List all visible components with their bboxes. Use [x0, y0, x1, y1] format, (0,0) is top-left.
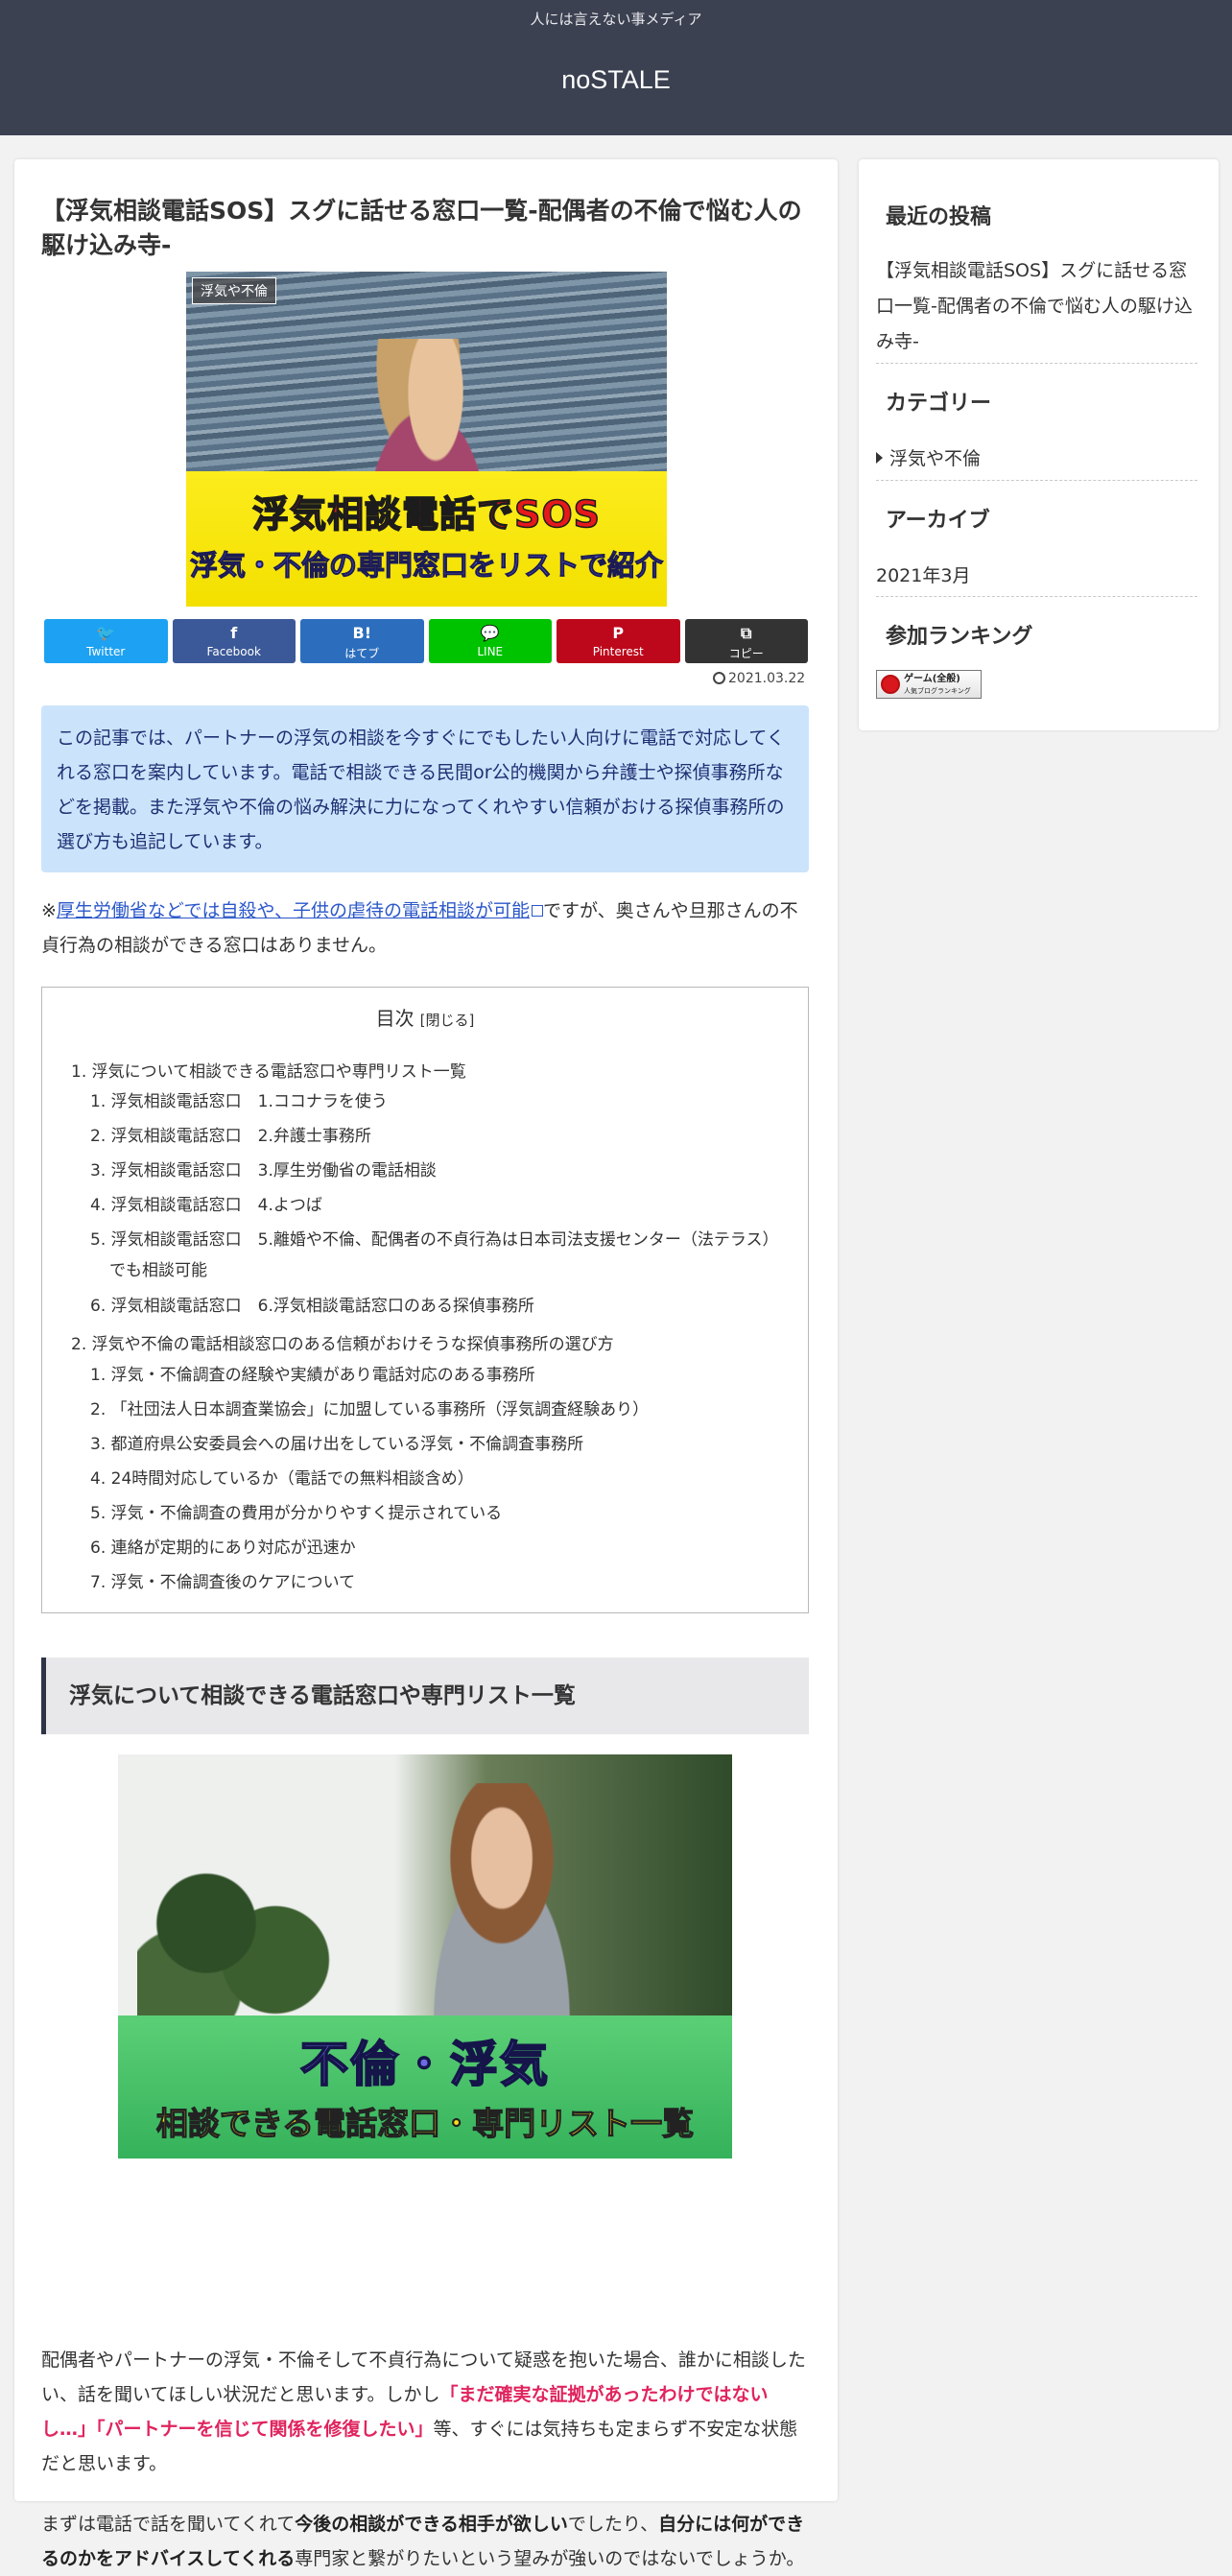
recent-posts-title: 最近の投稿 — [886, 205, 992, 229]
share-copy-button[interactable]: ⧉ コピー — [684, 619, 808, 663]
archive-link[interactable]: 2021年3月 — [876, 561, 970, 587]
table-of-contents: 目次 [閉じる] 1. 浮気について相談できる電話窓口や専門リスト一覧 1. 浮気… — [41, 987, 809, 1613]
section-heading: 浮気について相談できる電話窓口や専門リスト一覧 — [41, 1658, 809, 1734]
facebook-icon: f — [230, 624, 238, 642]
category-label[interactable]: 浮気や不倫 — [192, 277, 276, 304]
divider — [876, 363, 1197, 364]
archive-title: アーカイブ — [886, 509, 990, 533]
site-logo[interactable]: noSTALE — [0, 65, 1232, 95]
toc-title: 目次 [閉じる] — [42, 1003, 808, 1031]
pinterest-icon: P — [612, 624, 625, 642]
toc-item[interactable]: 6. 連絡が定期的にあり対応が迅速か — [90, 1533, 781, 1563]
toc-toggle[interactable]: [閉じる] — [420, 1012, 475, 1029]
eyecatch-subheadline: 浮気・不倫の専門窓口をリストで紹介 — [189, 549, 663, 583]
toc-item[interactable]: 5. 浮気相談電話窓口 5.離婚や不倫、配偶者の不貞行為は日本司法支援センター（… — [90, 1225, 781, 1286]
section-image-subheadline: 相談できる電話窓口・専門リスト一覧 — [155, 2104, 695, 2142]
recent-post-link[interactable]: 【浮気相談電話SOS】スグに話せる窓口一覧-配偶者の不倫で悩む人の駆け込み寺- — [876, 253, 1202, 360]
site-tagline: 人には言えない事メディア — [530, 11, 702, 28]
toc-item[interactable]: 1. 浮気・不倫調査の経験や実績があり電話対応のある事務所 — [90, 1360, 781, 1391]
sidebar: 最近の投稿 【浮気相談電話SOS】スグに話せる窓口一覧-配偶者の不倫で悩む人の駆… — [859, 159, 1219, 730]
caret-right-icon — [876, 452, 883, 464]
toc-item[interactable]: 1. 浮気について相談できる電話窓口や専門リスト一覧 — [71, 1058, 466, 1082]
category-link[interactable]: 浮気や不倫 — [876, 444, 981, 470]
ranking-banner-text: ゲーム(全般) — [904, 674, 960, 684]
share-label: Pinterest — [592, 645, 644, 658]
share-label: はてブ — [344, 647, 380, 660]
section-image-headline: 不倫・浮気 — [299, 2036, 550, 2093]
eyecatch-image: 浮気相談電話でSOS 浮気・不倫の専門窓口をリストで紹介 浮気や不倫 — [186, 272, 667, 607]
divider — [876, 480, 1197, 481]
bold-text: 今後の相談ができる相手が欲しい — [295, 2514, 568, 2535]
body-paragraph: 配偶者やパートナーの浮気・不倫そして不貞行為について疑惑を抱いた場合、誰かに相談… — [41, 2343, 809, 2481]
ranking-logo-icon — [881, 675, 900, 694]
plant-figure — [137, 1850, 367, 2033]
divider — [876, 596, 1197, 597]
toc-item[interactable]: 7. 浮気・不倫調査後のケアについて — [90, 1567, 781, 1598]
ranking-banner-subtext: 人気ブログランキング — [904, 687, 971, 695]
toc-item[interactable]: 4. 24時間対応しているか（電話での無料相談含め） — [90, 1464, 781, 1494]
hatena-icon: B! — [352, 624, 372, 642]
note-mark: ※ — [41, 900, 57, 921]
share-line-button[interactable]: 💬 LINE — [428, 619, 552, 663]
eyecatch-headline: 浮気相談電話でSOS — [251, 492, 602, 537]
share-buttons: 🐦 Twitter f Facebook B! はてブ 💬 LINE P Pin… — [44, 619, 808, 663]
toc-item[interactable]: 3. 都道府県公安委員会への届け出をしている浮気・不倫調査事務所 — [90, 1429, 781, 1460]
share-label: Twitter — [86, 645, 126, 658]
line-icon: 💬 — [480, 624, 500, 642]
body-text: 専門家と繋がりたいという望みが強いのではないでしょうか。 — [295, 2548, 805, 2569]
clock-icon — [713, 672, 725, 684]
body-paragraph: まずは電話で話を聞いてくれて今後の相談ができる相手が欲しいでしたり、自分には何が… — [41, 2507, 809, 2576]
ranking-title: 参加ランキング — [886, 625, 1033, 649]
share-label: コピー — [728, 647, 764, 660]
article-title: 【浮気相談電話SOS】スグに話せる窓口一覧-配偶者の不倫で悩む人の駆け込み寺- — [41, 197, 802, 259]
toc-title-text: 目次 — [375, 1007, 415, 1030]
post-date-text: 2021.03.22 — [728, 671, 806, 686]
external-link-icon — [531, 905, 543, 917]
toc-item[interactable]: 4. 浮気相談電話窓口 4.よつば — [90, 1190, 781, 1221]
share-label: Facebook — [206, 645, 261, 658]
post-date: 2021.03.22 — [713, 671, 805, 686]
share-label: LINE — [477, 645, 504, 658]
share-twitter-button[interactable]: 🐦 Twitter — [44, 619, 168, 663]
share-hatena-button[interactable]: B! はてブ — [300, 619, 424, 663]
site-header: 人には言えない事メディア noSTALE — [0, 0, 1232, 135]
section-image: 不倫・浮気 相談できる電話窓口・専門リスト一覧 — [118, 1754, 732, 2159]
toc-item[interactable]: 2. 浮気相談電話窓口 2.弁護士事務所 — [90, 1121, 781, 1152]
ranking-banner[interactable]: ゲーム(全般) 人気ブログランキング — [876, 670, 982, 699]
toc-item[interactable]: 2. 「社団法人日本調査業協会」に加盟している事務所（浮気調査経験あり） — [90, 1395, 781, 1425]
main-content: 【浮気相談電話SOS】スグに話せる窓口一覧-配偶者の不倫で悩む人の駆け込み寺- … — [14, 159, 838, 2569]
toc-item[interactable]: 2. 浮気や不倫の電話相談窓口のある信頼がおけそうな探偵事務所の選び方 — [71, 1330, 614, 1354]
body-text: まずは電話で話を聞いてくれて — [41, 2514, 296, 2535]
categories-title: カテゴリー — [886, 392, 992, 416]
toc-item[interactable]: 5. 浮気・不倫調査の費用が分かりやすく提示されている — [90, 1498, 781, 1529]
toc-item[interactable]: 3. 浮気相談電話窓口 3.厚生労働省の電話相談 — [90, 1156, 781, 1186]
lead-box: この記事では、パートナーの浮気の相談を今すぐにでもしたい人向けに電話で対応してく… — [41, 705, 809, 872]
category-link-label: 浮気や不倫 — [889, 448, 982, 469]
toc-item[interactable]: 1. 浮気相談電話窓口 1.ココナラを使う — [90, 1086, 781, 1117]
mhlw-link[interactable]: 厚生労働省などでは自殺や、子供の虐待の電話相談が可能 — [57, 900, 530, 921]
intro-paragraph: ※厚生労働省などでは自殺や、子供の虐待の電話相談が可能 ですが、奥さんや旦那さんの… — [41, 894, 809, 963]
twitter-icon: 🐦 — [96, 624, 116, 642]
share-pinterest-button[interactable]: P Pinterest — [557, 619, 680, 663]
toc-item[interactable]: 6. 浮気相談電話窓口 6.浮気相談電話窓口のある探偵事務所 — [90, 1291, 781, 1322]
copy-icon: ⧉ — [741, 624, 752, 642]
share-facebook-button[interactable]: f Facebook — [172, 619, 296, 663]
body-text: でしたり、 — [567, 2514, 659, 2535]
girl-figure — [396, 1783, 607, 2033]
